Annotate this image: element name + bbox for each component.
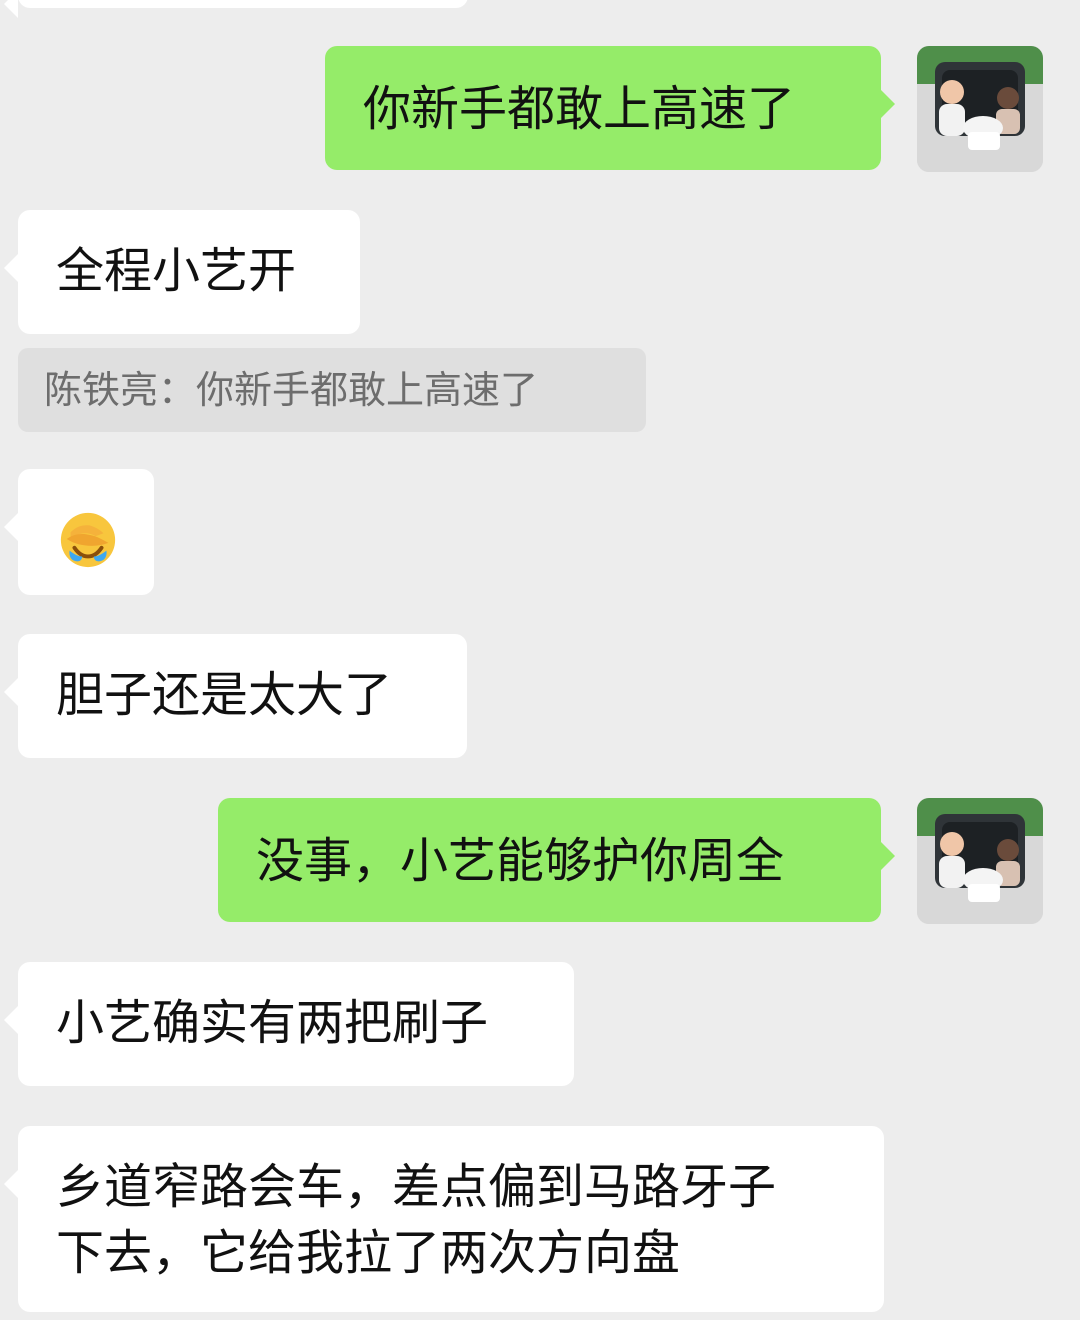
- face-palm-crying-emoji: [57, 509, 119, 571]
- message-text: 小艺确实有两把刷子: [56, 995, 489, 1051]
- avatar-sender[interactable]: [917, 46, 1043, 172]
- message-bubble-incoming-3[interactable]: 小艺确实有两把刷子: [4, 962, 574, 1086]
- avatar-photo-icon: [917, 46, 1043, 172]
- message-text: 你新手都敢上高速了: [363, 81, 796, 137]
- message-bubble-outgoing-1[interactable]: 你新手都敢上高速了: [325, 46, 895, 170]
- quoted-message-text: 陈铁亮：你新手都敢上高速了: [44, 368, 539, 412]
- message-bubble-incoming-2[interactable]: 胆子还是太大了: [4, 634, 467, 758]
- chat-screen: 你新手都敢上高速了 全程小艺开 陈铁亮：你新手都敢上高速了 胆子还是太大了 没事…: [0, 0, 1080, 1320]
- message-text-line-1: 乡道窄路会车，差点偏到马路牙子: [56, 1159, 777, 1215]
- avatar-sender[interactable]: [917, 798, 1043, 924]
- message-bubble-outgoing-2[interactable]: 没事，小艺能够护你周全: [218, 798, 895, 922]
- message-text: 没事，小艺能够护你周全: [256, 833, 785, 889]
- message-text: 全程小艺开: [56, 243, 297, 299]
- message-text-line-2: 下去，它给我拉了两次方向盘: [56, 1225, 681, 1281]
- message-text: 胆子还是太大了: [56, 667, 393, 723]
- message-bubble-incoming-4[interactable]: 乡道窄路会车，差点偏到马路牙子 下去，它给我拉了两次方向盘: [4, 1126, 884, 1312]
- quoted-message[interactable]: 陈铁亮：你新手都敢上高速了: [18, 348, 646, 432]
- message-bubble-incoming-1[interactable]: 全程小艺开: [4, 210, 360, 334]
- message-bubble-top-partial[interactable]: [4, 0, 468, 18]
- avatar-photo-icon: [917, 798, 1043, 924]
